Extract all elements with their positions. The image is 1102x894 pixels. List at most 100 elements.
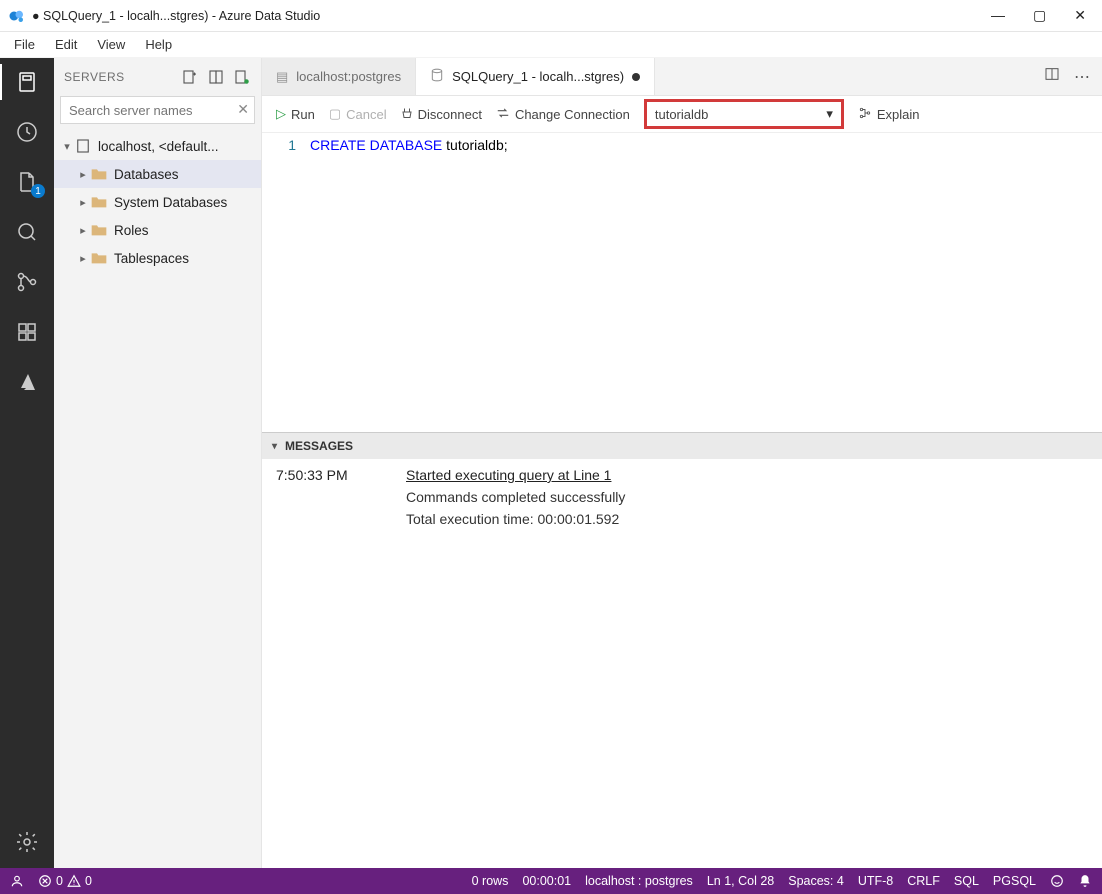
more-actions-icon[interactable]: ⋯	[1074, 67, 1090, 87]
error-count: 0	[56, 874, 63, 888]
change-connection-label: Change Connection	[515, 107, 630, 122]
tab-label: localhost:postgres	[296, 69, 401, 84]
app-icon	[8, 7, 26, 25]
menu-help[interactable]: Help	[137, 35, 180, 54]
menu-view[interactable]: View	[89, 35, 133, 54]
folder-icon	[90, 249, 108, 267]
tree-item-label: Databases	[114, 167, 179, 182]
tree-item-system-databases[interactable]: ▸ System Databases	[54, 188, 261, 216]
dashboard-icon: ▤	[276, 69, 288, 85]
tab-bar: ▤ localhost:postgres SQLQuery_1 - localh…	[262, 58, 1102, 96]
azure-icon[interactable]	[13, 368, 41, 396]
message-row: 7:50:33 PM Started executing query at Li…	[276, 467, 1088, 483]
history-icon[interactable]	[13, 118, 41, 146]
messages-body: 7:50:33 PM Started executing query at Li…	[262, 459, 1102, 541]
disconnect-button[interactable]: Disconnect	[401, 106, 482, 123]
chevron-right-icon: ▸	[76, 196, 90, 209]
run-button[interactable]: ▷ Run	[276, 106, 315, 122]
tab-sqlquery-1[interactable]: SQLQuery_1 - localh...stgres)	[416, 58, 655, 95]
explain-label: Explain	[877, 107, 920, 122]
elapsed-time[interactable]: 00:00:01	[522, 874, 571, 888]
maximize-button[interactable]: ▢	[1033, 7, 1046, 24]
database-icon	[430, 68, 444, 85]
language-mode[interactable]: SQL	[954, 874, 979, 888]
folder-icon	[90, 221, 108, 239]
close-button[interactable]: ✕	[1074, 7, 1086, 24]
tab-label: SQLQuery_1 - localh...stgres)	[452, 69, 624, 84]
encoding[interactable]: UTF-8	[858, 874, 893, 888]
title-bar: ● SQLQuery_1 - localh...stgres) - Azure …	[0, 0, 1102, 32]
code-editor[interactable]: 1 CREATE DATABASE tutorialdb;	[262, 132, 1102, 432]
folder-icon	[90, 165, 108, 183]
server-search-wrap: ✕	[54, 96, 261, 130]
sql-rest: tutorialdb;	[442, 137, 507, 153]
message-time	[276, 511, 366, 527]
messages-header[interactable]: ▾ MESSAGES	[262, 433, 1102, 459]
stop-icon: ▢	[329, 106, 341, 122]
search-icon[interactable]	[13, 218, 41, 246]
source-control-icon[interactable]	[13, 268, 41, 296]
servers-sidebar: SERVERS ✕ ▾ localhost, <default... ▸ Dat…	[54, 58, 262, 868]
message-text[interactable]: Started executing query at Line 1	[406, 467, 611, 483]
message-time: 7:50:33 PM	[276, 467, 366, 483]
clear-search-icon[interactable]: ✕	[237, 101, 249, 118]
main-shell: 1 SERVERS ✕ ▾	[0, 58, 1102, 868]
cursor-position[interactable]: Ln 1, Col 28	[707, 874, 774, 888]
change-connection-button[interactable]: Change Connection	[496, 106, 630, 123]
tab-actions: ⋯	[1032, 58, 1102, 95]
split-editor-icon[interactable]	[1044, 66, 1060, 87]
connections-icon[interactable]	[13, 68, 41, 96]
code-content[interactable]: CREATE DATABASE tutorialdb;	[310, 133, 508, 432]
explorer-icon[interactable]: 1	[13, 168, 41, 196]
minimize-button[interactable]: —	[991, 7, 1005, 24]
refresh-icon[interactable]	[233, 68, 251, 86]
message-row: Total execution time: 00:00:01.592	[276, 511, 1088, 527]
provider[interactable]: PGSQL	[993, 874, 1036, 888]
extensions-icon[interactable]	[13, 318, 41, 346]
sidebar-header: SERVERS	[54, 58, 261, 96]
chevron-down-icon: ▾	[826, 106, 833, 122]
tree-item-label: System Databases	[114, 195, 227, 210]
disconnect-icon	[401, 106, 413, 123]
eol[interactable]: CRLF	[907, 874, 940, 888]
notifications-icon[interactable]	[1078, 874, 1092, 888]
chevron-right-icon: ▸	[76, 224, 90, 237]
window-title: ● SQLQuery_1 - localh...stgres) - Azure …	[32, 9, 320, 23]
server-search-input[interactable]	[60, 96, 255, 124]
chevron-right-icon: ▸	[76, 168, 90, 181]
query-toolbar: ▷ Run ▢ Cancel Disconnect Change Connect…	[262, 96, 1102, 132]
menu-edit[interactable]: Edit	[47, 35, 85, 54]
tree-item-roles[interactable]: ▸ Roles	[54, 216, 261, 244]
explain-icon	[858, 106, 872, 123]
folder-icon	[90, 193, 108, 211]
tree-item-databases[interactable]: ▸ Databases	[54, 160, 261, 188]
explain-button[interactable]: Explain	[858, 106, 920, 123]
disconnect-label: Disconnect	[418, 107, 482, 122]
chevron-down-icon: ▾	[272, 441, 277, 452]
remote-indicator[interactable]	[10, 874, 24, 888]
gear-icon[interactable]	[13, 828, 41, 856]
message-time	[276, 489, 366, 505]
database-dropdown[interactable]: tutorialdb ▾	[644, 99, 844, 129]
message-row: Commands completed successfully	[276, 489, 1088, 505]
explorer-badge: 1	[31, 184, 45, 198]
messages-panel: ▾ MESSAGES 7:50:33 PM Started executing …	[262, 432, 1102, 868]
new-connection-icon[interactable]	[181, 68, 199, 86]
problems-indicator[interactable]: 0 0	[38, 874, 92, 888]
connection-status[interactable]: localhost : postgres	[585, 874, 693, 888]
new-group-icon[interactable]	[207, 68, 225, 86]
run-label: Run	[291, 107, 315, 122]
feedback-icon[interactable]	[1050, 874, 1064, 888]
chevron-down-icon: ▾	[60, 140, 74, 153]
tab-localhost-postgres[interactable]: ▤ localhost:postgres	[262, 58, 416, 95]
status-bar: 0 0 0 rows 00:00:01 localhost : postgres…	[0, 868, 1102, 894]
tree-root[interactable]: ▾ localhost, <default...	[54, 132, 261, 160]
indentation[interactable]: Spaces: 4	[788, 874, 844, 888]
server-icon	[74, 137, 92, 155]
editor-group: ▤ localhost:postgres SQLQuery_1 - localh…	[262, 58, 1102, 868]
server-tree: ▾ localhost, <default... ▸ Databases ▸ S…	[54, 130, 261, 868]
menu-file[interactable]: File	[6, 35, 43, 54]
activity-bar: 1	[0, 58, 54, 868]
tree-item-tablespaces[interactable]: ▸ Tablespaces	[54, 244, 261, 272]
row-count[interactable]: 0 rows	[472, 874, 509, 888]
